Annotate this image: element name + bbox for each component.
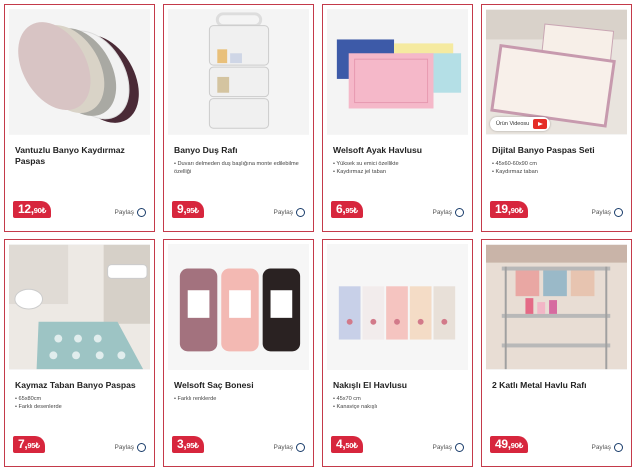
price-decimal: 95₺ <box>186 206 199 215</box>
price-tag: 6, 95₺ <box>331 201 363 218</box>
share-icon <box>296 443 305 452</box>
share-icon <box>455 443 464 452</box>
feature-item: Kaydırmaz taban <box>492 168 626 176</box>
product-image[interactable] <box>327 244 468 370</box>
product-card[interactable]: Kaymaz Taban Banyo Paspas 65x80cm Farklı… <box>4 239 155 467</box>
product-image[interactable] <box>486 244 627 370</box>
price-decimal: 95₺ <box>345 206 358 215</box>
feature-item: Kaydırmaz jel taban <box>333 168 467 176</box>
product-card[interactable]: Welsoft Ayak Havlusu Yüksek su emici öze… <box>322 4 473 232</box>
feature-list: 45x60-60x90 cm Kaydırmaz taban <box>492 160 626 176</box>
price-decimal: 50₺ <box>345 441 358 450</box>
feature-item: Farklı desenlerde <box>15 403 149 411</box>
share-label: Paylaş <box>273 444 293 451</box>
feature-item: Yüksek su emici özellikte <box>333 160 467 168</box>
share-label: Paylaş <box>114 444 134 451</box>
feature-item: Duvarı delmeden duş başlığına monte edil… <box>174 160 308 176</box>
share-button[interactable]: Paylaş <box>114 208 146 217</box>
product-card[interactable]: Vantuzlu Banyo Kaydırmaz Paspas 12, 90₺ P… <box>4 4 155 232</box>
product-title[interactable]: Banyo Duş Rafı <box>174 145 306 156</box>
product-image[interactable] <box>327 9 468 135</box>
product-title[interactable]: Dijital Banyo Paspas Seti <box>492 145 624 156</box>
share-button[interactable]: Paylaş <box>273 443 305 452</box>
price-tag: 9, 95₺ <box>172 201 204 218</box>
price-integer: 6, <box>336 202 346 216</box>
price-integer: 49, <box>495 437 511 451</box>
price-tag: 12, 90₺ <box>13 201 52 218</box>
price-decimal: 95₺ <box>186 441 199 450</box>
product-video-badge[interactable]: Ürün Videosu <box>490 117 551 131</box>
share-label: Paylaş <box>591 444 611 451</box>
share-label: Paylaş <box>591 209 611 216</box>
share-button[interactable]: Paylaş <box>432 208 464 217</box>
price-integer: 9, <box>177 202 187 216</box>
feature-list: 45x70 cm Kanaviçe nakışlı <box>333 395 467 411</box>
price-decimal: 90₺ <box>510 441 524 450</box>
share-icon <box>137 208 146 217</box>
product-image[interactable] <box>168 9 309 135</box>
play-icon <box>533 119 548 129</box>
price-tag: 19, 90₺ <box>490 201 529 218</box>
feature-list: Duvarı delmeden duş başlığına monte edil… <box>174 160 308 176</box>
price-tag: 3, 95₺ <box>172 436 204 453</box>
share-icon <box>614 443 623 452</box>
product-card[interactable]: Welsoft Saç Bonesi Farklı renklerde 3,95… <box>163 239 314 467</box>
product-title[interactable]: Vantuzlu Banyo Kaydırmaz Paspas <box>15 145 147 167</box>
feature-list: Yüksek su emici özellikte Kaydırmaz jel … <box>333 160 467 176</box>
price-integer: 7, <box>18 437 28 451</box>
price-integer: 4, <box>336 437 346 451</box>
share-icon <box>455 208 464 217</box>
share-button[interactable]: Paylaş <box>114 443 146 452</box>
feature-list: Farklı renklerde <box>174 395 308 403</box>
share-label: Paylaş <box>273 209 293 216</box>
price-integer: 12, <box>18 202 34 216</box>
product-image[interactable]: Ürün Videosu <box>486 9 627 135</box>
video-label: Ürün Videosu <box>496 121 530 127</box>
price-decimal: 95₺ <box>27 441 40 450</box>
product-card[interactable]: 2 Katlı Metal Havlu Rafı 49, 90₺ Paylaş <box>481 239 632 467</box>
share-label: Paylaş <box>432 444 452 451</box>
price-decimal: 90₺ <box>33 206 47 215</box>
product-image[interactable] <box>168 244 309 370</box>
share-button[interactable]: Paylaş <box>591 208 623 217</box>
product-image[interactable] <box>9 244 150 370</box>
share-button[interactable]: Paylaş <box>273 208 305 217</box>
product-card[interactable]: Nakışlı El Havlusu 45x70 cm Kanaviçe nak… <box>322 239 473 467</box>
share-icon <box>614 208 623 217</box>
feature-item: 65x80cm <box>15 395 149 403</box>
product-title[interactable]: Welsoft Ayak Havlusu <box>333 145 465 156</box>
share-icon <box>296 208 305 217</box>
price-integer: 19, <box>495 202 511 216</box>
feature-item: 45x70 cm <box>333 395 467 403</box>
share-button[interactable]: Paylaş <box>591 443 623 452</box>
price-integer: 3, <box>177 437 187 451</box>
price-decimal: 90₺ <box>510 206 524 215</box>
share-label: Paylaş <box>114 209 134 216</box>
share-label: Paylaş <box>432 209 452 216</box>
product-title[interactable]: Nakışlı El Havlusu <box>333 380 465 391</box>
product-card[interactable]: Banyo Duş Rafı Duvarı delmeden duş başlı… <box>163 4 314 232</box>
product-grid: Vantuzlu Banyo Kaydırmaz Paspas 12, 90₺ P… <box>4 4 636 467</box>
product-title[interactable]: 2 Katlı Metal Havlu Rafı <box>492 380 624 391</box>
share-icon <box>137 443 146 452</box>
price-tag: 4, 50₺ <box>331 436 363 453</box>
product-title[interactable]: Kaymaz Taban Banyo Paspas <box>15 380 147 391</box>
price-tag: 7, 95₺ <box>13 436 45 453</box>
feature-item: Farklı renklerde <box>174 395 308 403</box>
price-tag: 49, 90₺ <box>490 436 529 453</box>
feature-item: Kanaviçe nakışlı <box>333 403 467 411</box>
share-button[interactable]: Paylaş <box>432 443 464 452</box>
product-card[interactable]: Ürün Videosu Dijital Banyo Paspas Seti 4… <box>481 4 632 232</box>
feature-item: 45x60-60x90 cm <box>492 160 626 168</box>
product-image[interactable] <box>9 9 150 135</box>
product-title[interactable]: Welsoft Saç Bonesi <box>174 380 306 391</box>
feature-list: 65x80cm Farklı desenlerde <box>15 395 149 411</box>
